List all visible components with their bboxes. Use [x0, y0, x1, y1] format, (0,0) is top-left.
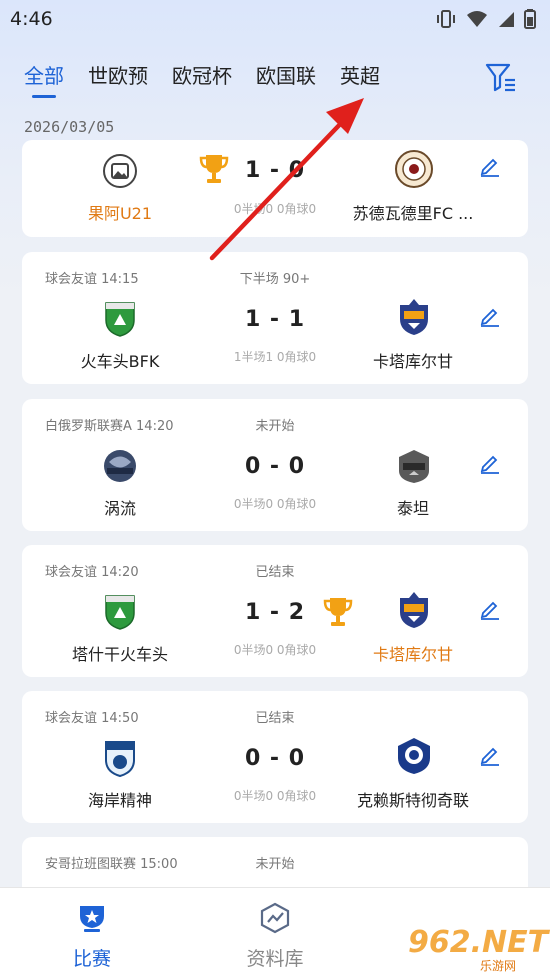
match-status: 未开始: [255, 419, 295, 434]
tab-euro-qualifiers[interactable]: 世欧预: [88, 60, 148, 89]
match-card[interactable]: 球会友谊 14:15 下半场 90+ 1 - 1 火车头BFK 1半场1 0角球…: [22, 252, 528, 384]
away-team-name: 苏德瓦德里FC ...: [352, 204, 474, 223]
match-card[interactable]: 球会友谊 14:20 已结束 1 - 2 塔什干火车头 0半场0 0角球0 卡塔…: [22, 545, 528, 677]
match-score: 0 - 0: [244, 746, 306, 771]
nav-database[interactable]: 资料库: [225, 902, 325, 971]
edit-icon[interactable]: [478, 451, 502, 475]
tab-all[interactable]: 全部: [24, 60, 64, 98]
status-bar: 4:46: [0, 0, 550, 38]
league-tabs: 全部 世欧预 欧冠杯 欧国联 英超: [24, 60, 380, 98]
away-team-logo: [393, 735, 435, 777]
away-team-name: 卡塔库尔甘: [372, 352, 453, 371]
club-crest-icon: [395, 150, 433, 188]
away-team-logo: [393, 148, 435, 190]
status-time: 4:46: [10, 8, 53, 30]
trophy-icon: [323, 598, 353, 626]
tab-nations-league[interactable]: 欧国联: [256, 60, 316, 89]
database-chart-icon: [260, 902, 290, 934]
match-status: 未开始: [255, 857, 295, 872]
club-crest-icon: [400, 592, 428, 628]
match-score: 0 - 0: [244, 454, 306, 479]
away-team-name: 卡塔库尔甘: [372, 645, 453, 664]
match-status: 已结束: [255, 711, 295, 726]
club-crest-icon: [400, 299, 428, 335]
wifi-icon: [467, 11, 487, 27]
filter-icon: [485, 63, 515, 92]
tab-champions-league[interactable]: 欧冠杯: [172, 60, 232, 89]
club-crest-icon: [399, 450, 429, 483]
signal-icon: [499, 12, 514, 27]
edit-icon[interactable]: [478, 597, 502, 621]
away-team-logo: [393, 445, 435, 487]
club-crest-icon: [398, 738, 430, 774]
battery-icon: [524, 9, 536, 29]
match-score: 1 - 2: [244, 600, 306, 625]
edit-icon[interactable]: [478, 154, 502, 178]
match-score: 1 - 0: [244, 158, 306, 183]
tab-premier-league[interactable]: 英超: [340, 60, 380, 89]
watermark-logo: 962.NET: [408, 925, 549, 960]
edit-icon[interactable]: [478, 304, 502, 328]
filter-button[interactable]: [484, 60, 518, 98]
match-status: 下半场 90+: [239, 272, 311, 287]
away-team-logo: [393, 589, 435, 631]
match-status: 已结束: [255, 565, 295, 580]
watermark-subtitle: 乐游网: [480, 959, 517, 973]
vibrate-icon: [437, 10, 455, 28]
trophy-shield-icon: [80, 906, 104, 932]
away-team-logo: [393, 296, 435, 338]
nav-matches-label: 比赛: [72, 948, 111, 970]
match-card[interactable]: 球会友谊 14:50 已结束 0 - 0 海岸精神 0半场0 0角球0 克赖斯特…: [22, 691, 528, 823]
status-icons: [435, 9, 536, 29]
nav-matches[interactable]: 比赛: [42, 902, 142, 971]
nav-database-label: 资料库: [246, 948, 304, 970]
edit-icon[interactable]: [478, 743, 502, 767]
away-team-name: 克赖斯特彻奇联: [356, 791, 469, 810]
match-card[interactable]: 白俄罗斯联赛A 14:20 未开始 0 - 0 涡流 0半场0 0角球0 泰坦: [22, 399, 528, 531]
match-score: 1 - 1: [244, 307, 306, 332]
date-label: 2026/03/05: [24, 118, 115, 136]
match-card[interactable]: 1 - 0 果阿U21 0半场0 0角球0 苏德瓦德里FC ...: [22, 140, 528, 237]
away-team-name: 泰坦: [396, 499, 429, 518]
